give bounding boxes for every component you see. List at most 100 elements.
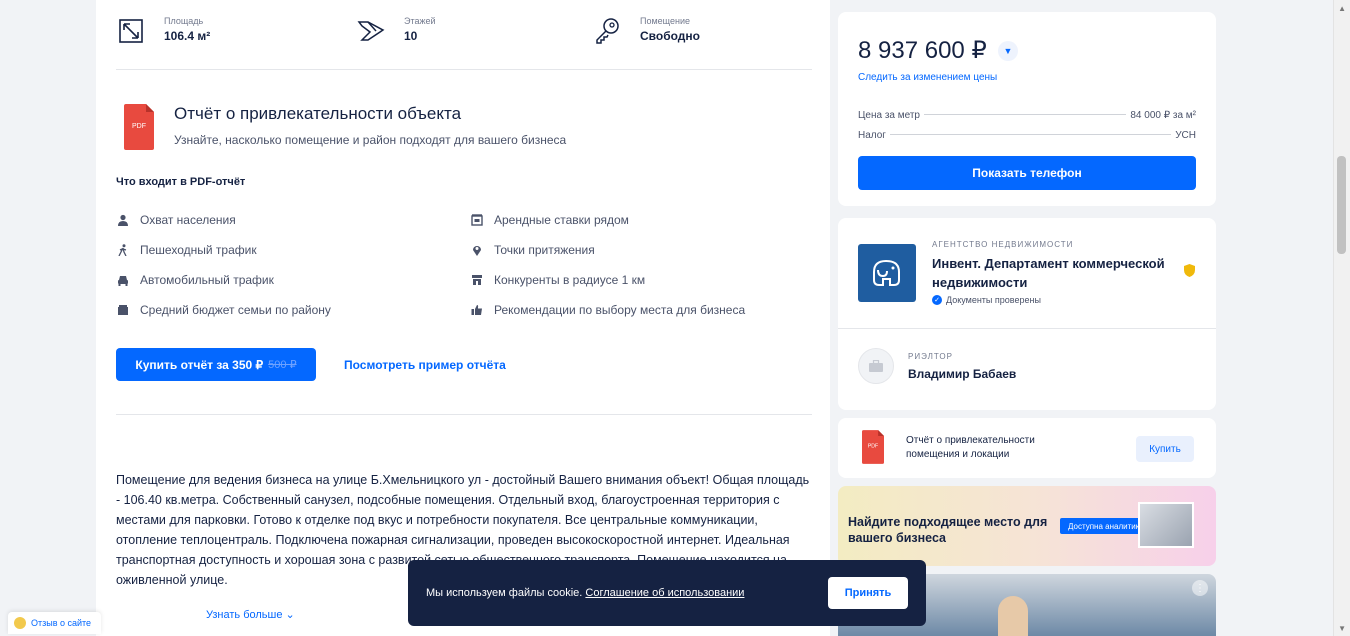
- thumbs-up-icon: [470, 303, 484, 317]
- report-subtitle: Узнайте, насколько помещение и район под…: [174, 133, 567, 147]
- floors-icon: [357, 21, 385, 41]
- fact-status: Помещение Свободно: [592, 16, 700, 46]
- feature-label: Точки притяжения: [494, 243, 595, 257]
- cookie-banner: Мы используем файлы cookie. Соглашение о…: [408, 560, 926, 626]
- show-phone-button[interactable]: Показать телефон: [858, 156, 1196, 190]
- price-row-label: Налог: [858, 130, 886, 141]
- feature-item: Автомобильный трафик: [116, 273, 274, 287]
- side-report-card: PDF Отчёт о привлекательности помещения …: [838, 418, 1216, 478]
- feature-label: Рекомендации по выбору места для бизнеса: [494, 303, 746, 317]
- more-icon[interactable]: ⋮: [1192, 580, 1208, 596]
- area-icon: [119, 19, 143, 43]
- check-icon: ✓: [932, 295, 942, 305]
- buy-report-label: Купить отчёт за 350 ₽: [135, 357, 264, 372]
- buy-report-button[interactable]: Купить отчёт за 350 ₽ 500 ₽: [116, 348, 316, 381]
- promo-image: [1138, 502, 1194, 548]
- feature-item: Точки притяжения: [470, 243, 595, 257]
- track-price-link[interactable]: Следить за изменением цены: [858, 72, 997, 83]
- realtor-name[interactable]: Владимир Бабаев: [908, 367, 1016, 381]
- store-icon: [470, 273, 484, 287]
- promo-text: Найдите подходящее место для вашего бизн…: [848, 515, 1048, 545]
- agency-name[interactable]: Инвент. Департамент коммерческой недвижи…: [932, 254, 1194, 292]
- divider: [838, 328, 1216, 329]
- report-title: Отчёт о привлекательности объекта: [174, 104, 462, 123]
- price-row-label: Цена за метр: [858, 110, 920, 121]
- divider: [116, 69, 812, 70]
- fact-label: Этажей: [404, 16, 436, 26]
- price: 8 937 600 ₽: [858, 37, 987, 64]
- feature-label: Пешеходный трафик: [140, 243, 257, 257]
- feedback-label: Отзыв о сайте: [31, 618, 92, 628]
- shield-icon: [1184, 264, 1195, 277]
- person-icon: [116, 213, 130, 227]
- fact-floors: Этажей 10: [356, 16, 436, 46]
- verified-badge: ✓ Документы проверены: [932, 295, 1041, 305]
- verified-label: Документы проверены: [946, 295, 1041, 305]
- scrollbar[interactable]: ▲ ▼: [1333, 0, 1350, 636]
- show-more-label: Узнать больше: [206, 609, 283, 621]
- cookie-message: Мы используем файлы cookie.: [426, 587, 583, 599]
- feature-item: Охват населения: [116, 213, 236, 227]
- pdf-icon: PDF: [124, 104, 154, 150]
- chevron-down-icon: ⌄: [285, 609, 295, 621]
- chevron-down-icon[interactable]: ▼: [998, 41, 1018, 61]
- feedback-button[interactable]: Отзыв о сайте: [8, 612, 102, 634]
- scroll-up-icon[interactable]: ▲: [1338, 4, 1346, 13]
- dotted-leader: [924, 114, 1127, 115]
- price-row-value: 84 000 ₽ за м²: [1130, 110, 1196, 121]
- agency-logo[interactable]: [858, 244, 916, 302]
- key-icon: [596, 18, 619, 44]
- agent-card: АГЕНТСТВО НЕДВИЖИМОСТИ Инвент. Департаме…: [838, 218, 1216, 410]
- feature-label: Автомобильный трафик: [140, 273, 274, 287]
- side-report-title: Отчёт о привлекательности помещения и ло…: [906, 435, 1035, 460]
- briefcase-icon: [869, 360, 883, 372]
- pdf-badge: PDF: [868, 444, 878, 450]
- photo-figure: [998, 596, 1028, 636]
- agency-type: АГЕНТСТВО НЕДВИЖИМОСТИ: [932, 240, 1074, 249]
- car-icon: [116, 273, 130, 287]
- price-row: Цена за метр 84 000 ₽ за м²: [858, 110, 1196, 121]
- price-row: Налог УСН: [858, 130, 1196, 141]
- avatar[interactable]: [858, 348, 894, 384]
- pin-icon: [470, 243, 484, 257]
- old-price: 500 ₽: [268, 359, 297, 371]
- feature-label: Средний бюджет семьи по району: [140, 303, 331, 317]
- feature-item: Арендные ставки рядом: [470, 213, 629, 227]
- divider: [116, 414, 812, 415]
- side-report-buy-button[interactable]: Купить: [1136, 436, 1194, 462]
- scroll-down-icon[interactable]: ▼: [1338, 624, 1346, 633]
- price-row-value: УСН: [1175, 130, 1196, 141]
- feature-item: Средний бюджет семьи по району: [116, 303, 331, 317]
- scrollbar-thumb[interactable]: [1337, 156, 1346, 254]
- feature-item: Рекомендации по выбору места для бизнеса: [470, 303, 745, 317]
- pdf-badge: PDF: [132, 123, 146, 130]
- main-content: Площадь 106.4 м² Этажей 10 Помещение Сво…: [96, 0, 830, 636]
- fact-value: 106.4 м²: [164, 29, 211, 43]
- price-card: 8 937 600 ₽ ▼ Следить за изменением цены…: [838, 12, 1216, 206]
- fact-value: 10: [404, 29, 418, 43]
- feature-item: Пешеходный трафик: [116, 243, 257, 257]
- promo-banner[interactable]: Найдите подходящее место для вашего бизн…: [838, 486, 1216, 566]
- pdf-icon: PDF: [862, 430, 884, 464]
- walking-icon: [116, 243, 130, 257]
- sample-report-link[interactable]: Посмотреть пример отчёта: [344, 358, 506, 372]
- report-contents-heading: Что входит в PDF-отчёт: [116, 176, 246, 188]
- feature-label: Конкуренты в радиусе 1 км: [494, 273, 646, 287]
- rent-icon: [470, 213, 484, 227]
- realtor-role: РИЭЛТОР: [908, 352, 953, 361]
- cookie-text: Мы используем файлы cookie. Соглашение о…: [426, 587, 744, 599]
- dotted-leader: [889, 134, 1172, 135]
- smile-icon: [14, 617, 26, 629]
- accept-cookies-button[interactable]: Принять: [828, 577, 908, 609]
- fact-label: Площадь: [164, 16, 204, 26]
- fact-label: Помещение: [640, 16, 690, 26]
- feature-item: Конкуренты в радиусе 1 км: [470, 273, 645, 287]
- feature-label: Охват населения: [140, 213, 236, 227]
- fact-value: Свободно: [640, 29, 700, 43]
- feature-label: Арендные ставки рядом: [494, 213, 629, 227]
- show-more-link[interactable]: Узнать больше ⌄: [206, 608, 295, 621]
- object-facts: Площадь 106.4 м² Этажей 10 Помещение Сво…: [116, 10, 816, 60]
- cookie-agreement-link[interactable]: Соглашение об использовании: [585, 587, 744, 599]
- elephant-logo-icon: [873, 259, 900, 286]
- fact-area: Площадь 106.4 м²: [116, 16, 210, 46]
